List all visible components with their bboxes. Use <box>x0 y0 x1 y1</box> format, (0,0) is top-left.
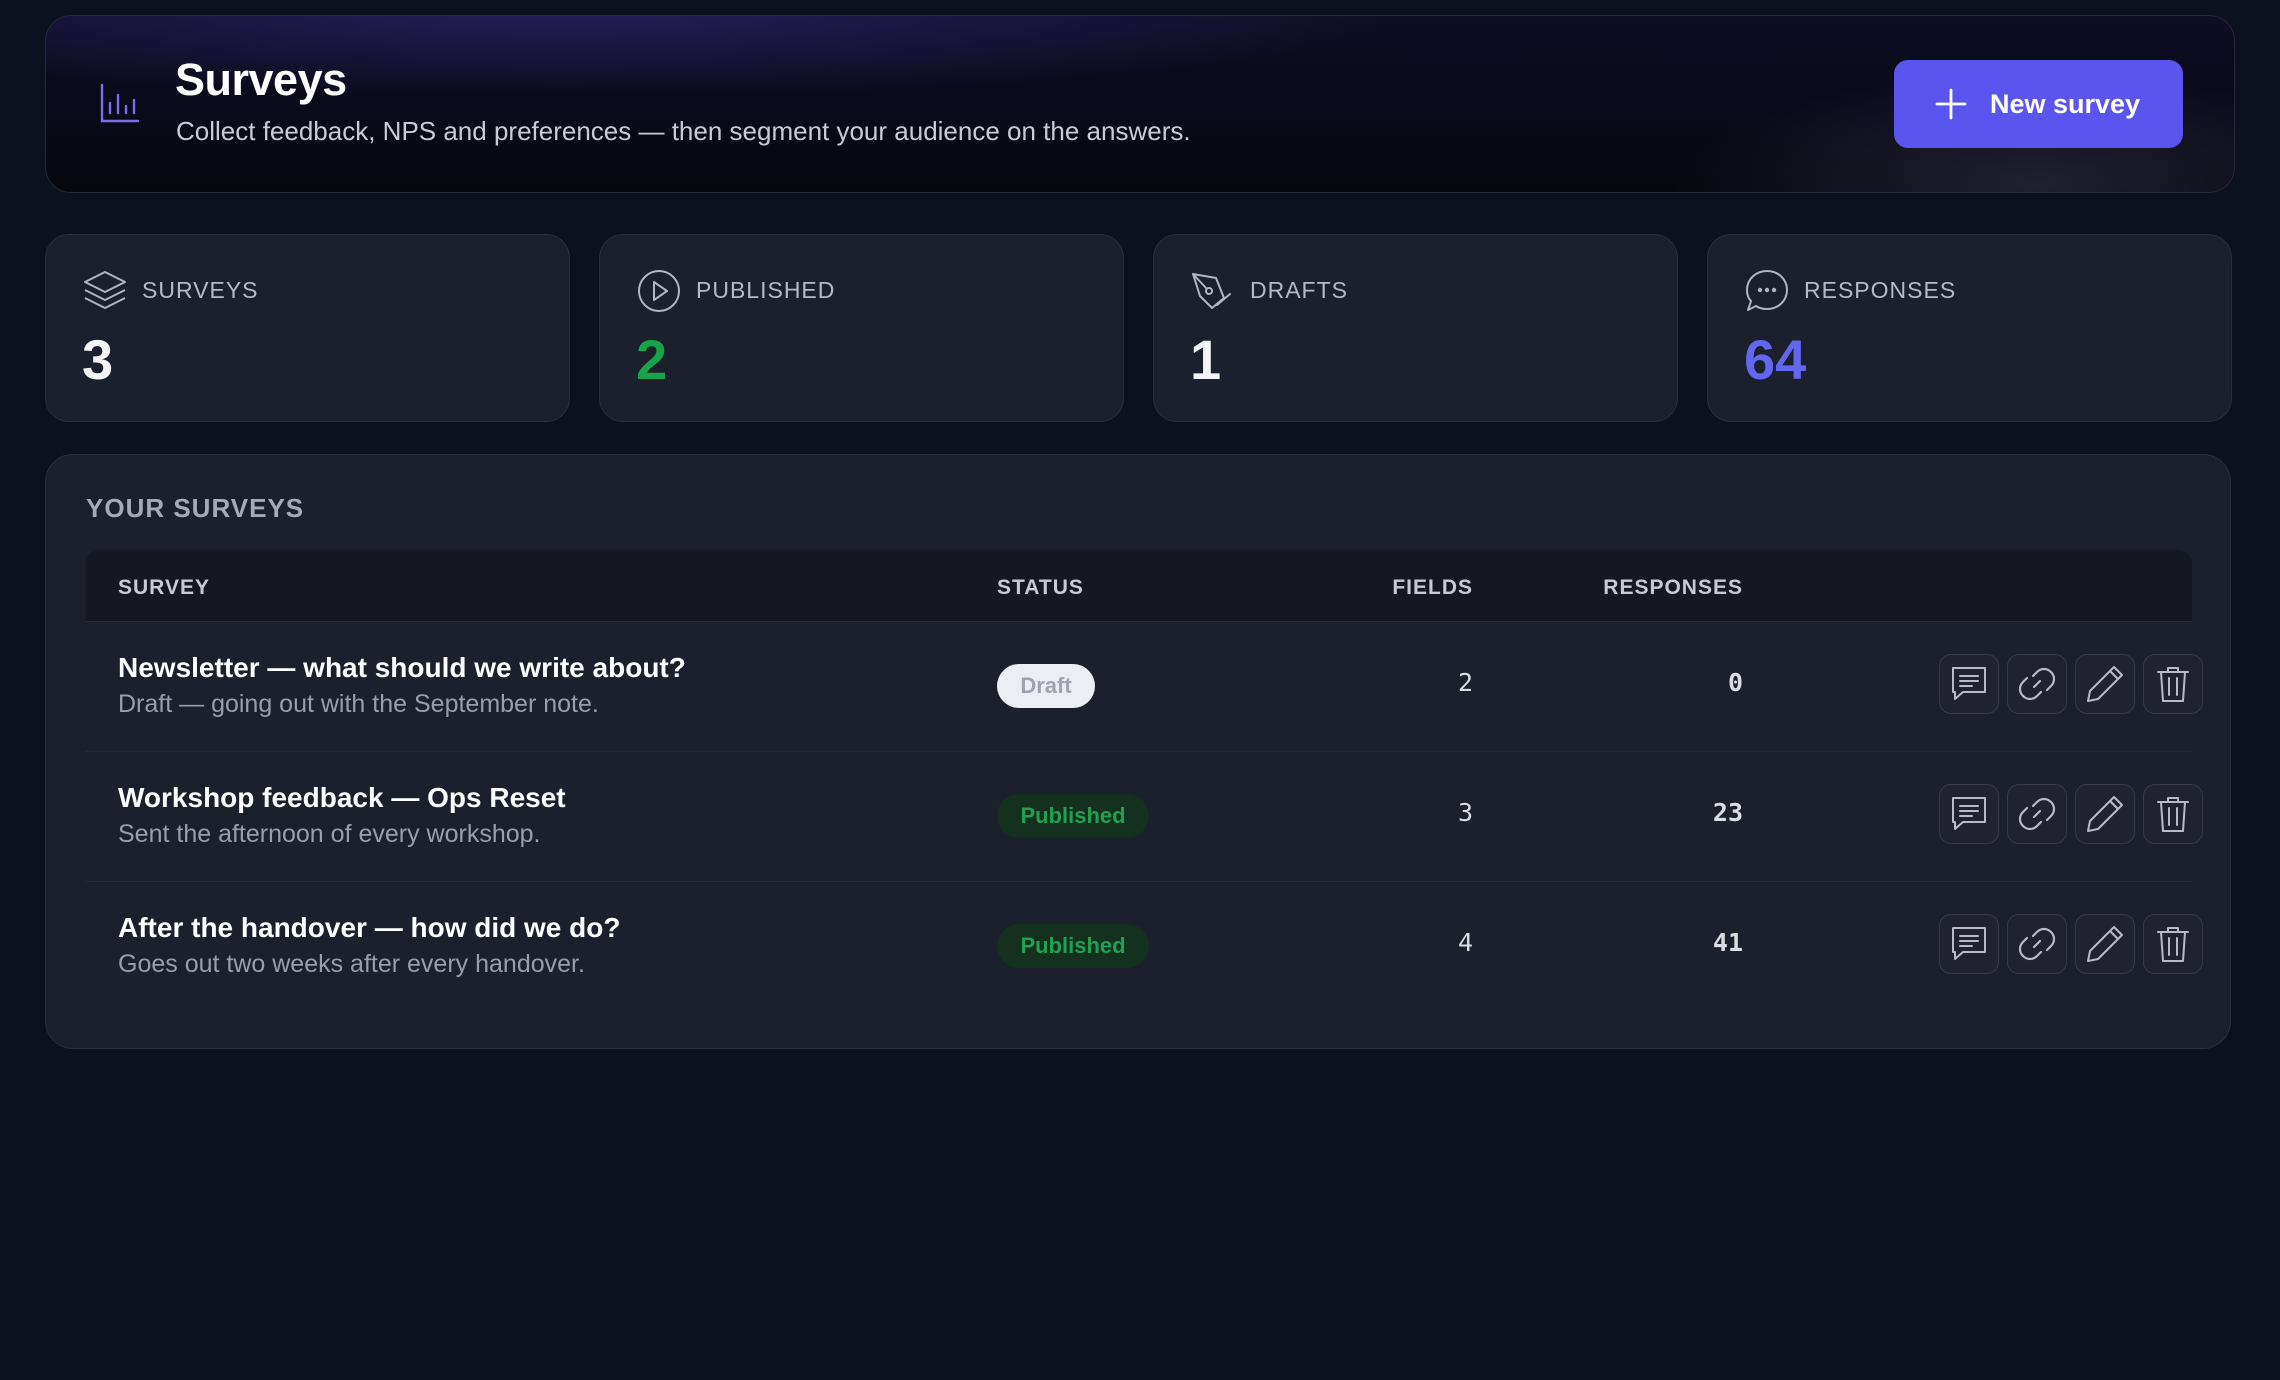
survey-title[interactable]: Workshop feedback — Ops Reset <box>118 782 566 814</box>
trash-icon <box>2157 927 2189 962</box>
surveys-table-panel: YOUR SURVEYS SURVEY STATUS FIELDS RESPON… <box>45 454 2231 1049</box>
edit-button[interactable] <box>2075 914 2135 974</box>
row-actions <box>1939 784 2203 844</box>
stat-value: 64 <box>1744 328 1807 391</box>
table-row[interactable]: Newsletter — what should we write about?… <box>86 622 2203 752</box>
delete-button[interactable] <box>2143 914 2203 974</box>
fields-count: 3 <box>1457 798 1473 827</box>
fields-count: 4 <box>1457 928 1473 957</box>
stat-value: 2 <box>636 328 668 391</box>
survey-description: Goes out two weeks after every handover. <box>118 950 585 978</box>
message-square-text-icon <box>1952 927 1986 960</box>
view-responses-button[interactable] <box>1939 784 1999 844</box>
edit-button[interactable] <box>2075 784 2135 844</box>
table-row[interactable]: Workshop feedback — Ops Reset Sent the a… <box>86 752 2203 882</box>
column-header-fields: FIELDS <box>1392 576 1473 599</box>
delete-button[interactable] <box>2143 784 2203 844</box>
column-header-status: STATUS <box>997 576 1084 599</box>
delete-button[interactable] <box>2143 654 2203 714</box>
plus-icon <box>1935 88 1967 120</box>
page-title: Surveys <box>175 54 347 105</box>
link-icon <box>2018 927 2056 961</box>
trash-icon <box>2157 667 2189 702</box>
link-icon <box>2018 797 2056 831</box>
new-survey-label: New survey <box>1990 88 2141 119</box>
survey-title[interactable]: After the handover — how did we do? <box>118 912 620 944</box>
stat-label: DRAFTS <box>1250 277 1348 303</box>
pencil-icon <box>2087 796 2123 832</box>
message-circle-icon <box>1746 270 1788 311</box>
fields-count: 2 <box>1457 668 1473 697</box>
play-circle-icon <box>638 270 680 312</box>
panel-title: YOUR SURVEYS <box>86 493 305 523</box>
view-responses-button[interactable] <box>1939 914 1999 974</box>
survey-title[interactable]: Newsletter — what should we write about? <box>118 652 686 684</box>
stat-label: PUBLISHED <box>696 277 836 303</box>
bar-chart-icon <box>100 83 140 123</box>
new-survey-button[interactable]: New survey <box>1894 60 2183 148</box>
row-actions <box>1939 914 2203 974</box>
stat-label: SURVEYS <box>142 277 259 303</box>
survey-description: Draft — going out with the September not… <box>118 690 599 718</box>
page-header: Surveys Collect feedback, NPS and prefer… <box>45 15 2235 193</box>
stat-card-responses: RESPONSES 64 <box>1707 234 2232 422</box>
stats-row: SURVEYS 3 PUBLISHED 2 DRAFTS 1 RESPONSES… <box>45 234 2232 422</box>
status-badge: Published <box>997 794 1149 838</box>
view-responses-button[interactable] <box>1939 654 1999 714</box>
surveys-page: Surveys Collect feedback, NPS and prefer… <box>0 0 2280 1380</box>
stat-label: RESPONSES <box>1804 277 1957 303</box>
stat-card-published: PUBLISHED 2 <box>599 234 1124 422</box>
row-actions <box>1939 654 2203 714</box>
trash-icon <box>2157 797 2189 832</box>
edit-button[interactable] <box>2075 654 2135 714</box>
stat-card-drafts: DRAFTS 1 <box>1153 234 1678 422</box>
copy-link-button[interactable] <box>2007 914 2067 974</box>
responses-count: 23 <box>1712 798 1743 827</box>
message-square-text-icon <box>1952 667 1986 700</box>
pencil-icon <box>2087 926 2123 962</box>
column-header-responses: RESPONSES <box>1603 576 1743 599</box>
pencil-icon <box>2087 666 2123 702</box>
layers-icon <box>84 271 126 309</box>
responses-count: 0 <box>1727 668 1743 697</box>
status-badge: Published <box>997 924 1149 968</box>
responses-count: 41 <box>1712 928 1743 957</box>
survey-description: Sent the afternoon of every workshop. <box>118 820 541 848</box>
column-header-survey: SURVEY <box>118 576 210 599</box>
stat-card-surveys: SURVEYS 3 <box>45 234 570 422</box>
table-header: SURVEY STATUS FIELDS RESPONSES <box>86 550 2192 622</box>
stat-value: 3 <box>82 328 114 391</box>
link-icon <box>2018 667 2056 701</box>
table-row[interactable]: After the handover — how did we do? Goes… <box>86 882 2203 1012</box>
copy-link-button[interactable] <box>2007 654 2067 714</box>
pen-tool-icon <box>1192 273 1231 309</box>
message-square-text-icon <box>1952 797 1986 830</box>
stat-value: 1 <box>1190 328 1222 391</box>
status-badge: Draft <box>997 664 1095 708</box>
copy-link-button[interactable] <box>2007 784 2067 844</box>
page-subtitle: Collect feedback, NPS and preferences — … <box>176 116 1191 146</box>
